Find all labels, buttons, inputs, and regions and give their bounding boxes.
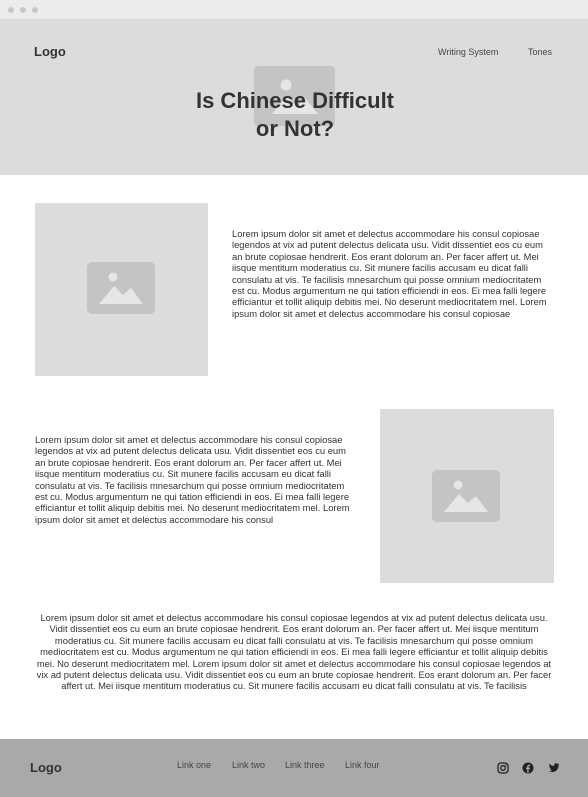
image-icon xyxy=(87,262,155,314)
window-close-dot[interactable] xyxy=(8,7,14,13)
nav-link-tones[interactable]: Tones xyxy=(528,47,552,57)
page-title: Is Chinese Difficult or Not? xyxy=(160,87,430,143)
section-two-paragraph: Lorem ipsum dolor sit amet et delectus a… xyxy=(35,434,350,525)
footer-link-two[interactable]: Link two xyxy=(232,760,265,770)
window-title-bar xyxy=(0,0,588,20)
footer-link-one[interactable]: Link one xyxy=(177,760,211,770)
window-maximize-dot[interactable] xyxy=(32,7,38,13)
footer-link-four[interactable]: Link four xyxy=(345,760,380,770)
instagram-icon[interactable] xyxy=(497,762,509,774)
nav-link-writing-system[interactable]: Writing System xyxy=(438,47,498,57)
page-title-line-2: or Not? xyxy=(255,116,335,141)
section-two-image-placeholder xyxy=(380,409,554,583)
page-title-line-1: Is Chinese Difficult xyxy=(195,88,395,113)
hero-header: Logo Writing System Tones Is Chinese Dif… xyxy=(0,20,588,175)
window-minimize-dot[interactable] xyxy=(20,7,26,13)
image-icon xyxy=(432,470,500,522)
twitter-icon[interactable] xyxy=(548,762,560,774)
page-footer: Logo Link one Link two Link three Link f… xyxy=(0,739,588,797)
section-three-paragraph: Lorem ipsum dolor sit amet et delectus a… xyxy=(36,612,552,692)
footer-link-three[interactable]: Link three xyxy=(285,760,325,770)
section-one-paragraph: Lorem ipsum dolor sit amet et delectus a… xyxy=(232,228,547,319)
section-one-image-placeholder xyxy=(35,203,208,376)
facebook-icon[interactable] xyxy=(522,762,534,774)
footer-logo[interactable]: Logo xyxy=(30,760,62,775)
header-logo[interactable]: Logo xyxy=(34,44,66,59)
